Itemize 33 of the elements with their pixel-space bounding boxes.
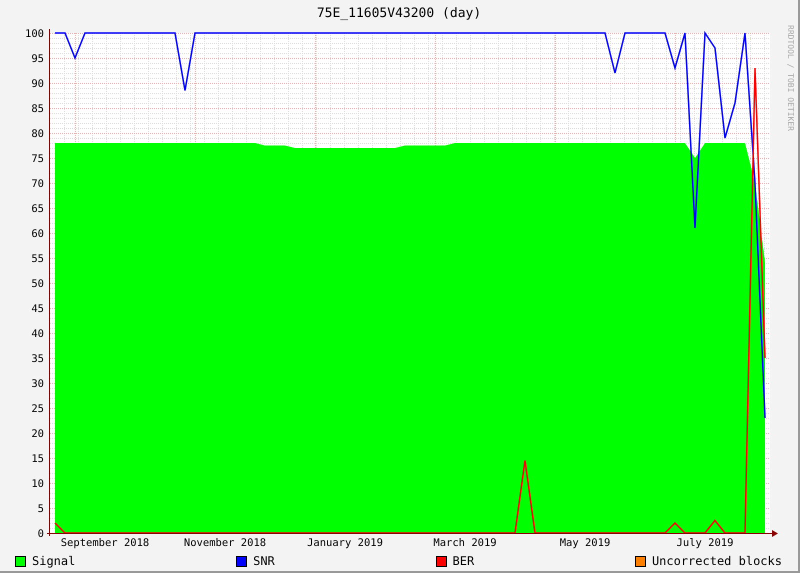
tick-label: January 2019 xyxy=(307,537,383,549)
tick-label: July 2019 xyxy=(676,537,734,549)
tick-label: 20 xyxy=(31,428,44,440)
tick-label: 50 xyxy=(31,278,44,290)
legend-label: SNR xyxy=(253,554,275,568)
tick-label: 15 xyxy=(31,453,44,465)
tick-label: 40 xyxy=(31,328,44,340)
tick-label: March 2019 xyxy=(433,537,497,549)
tick-label: 0 xyxy=(38,528,44,540)
tick-label: 90 xyxy=(31,78,44,90)
tick-label: 95 xyxy=(31,53,44,65)
tick-label: 55 xyxy=(31,253,44,265)
tick-label: 35 xyxy=(31,353,44,365)
tick-label: 5 xyxy=(38,503,44,515)
legend-label: BER xyxy=(452,554,474,568)
tick-label: 10 xyxy=(31,478,44,490)
tick-label: November 2018 xyxy=(184,537,266,549)
chart-title: 75E_11605V43200 (day) xyxy=(316,5,482,21)
tick-label: 85 xyxy=(31,103,44,115)
tick-label: 45 xyxy=(31,303,44,315)
tick-label: 25 xyxy=(31,403,44,415)
tick-label: May 2019 xyxy=(560,537,610,549)
tick-label: 100 xyxy=(25,28,44,40)
credit-text: RRDTOOL / TOBI OETIKER xyxy=(786,25,795,131)
tick-label: 60 xyxy=(31,228,44,240)
tick-label: September 2018 xyxy=(60,537,150,549)
tick-label: 80 xyxy=(31,128,44,140)
legend-label: Uncorrected blocks xyxy=(652,554,782,568)
tick-label: 65 xyxy=(31,203,44,215)
tick-label: 30 xyxy=(31,378,44,390)
legend-label: Signal xyxy=(32,554,76,568)
tick-label: 75 xyxy=(31,153,44,165)
tick-label: 70 xyxy=(31,178,44,190)
